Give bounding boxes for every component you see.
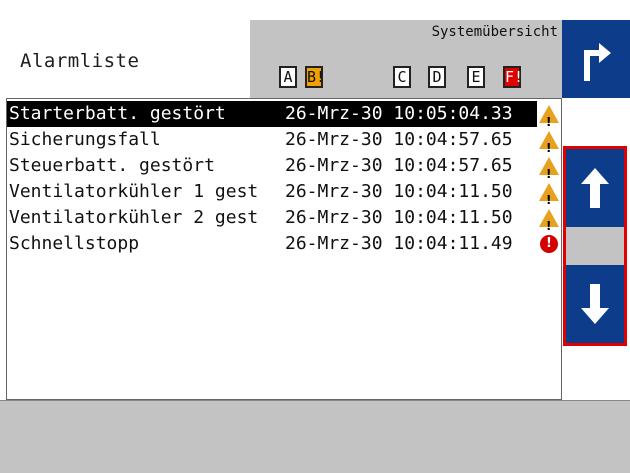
arrow-up-glyph [581, 168, 609, 208]
turn-up-right-arrow-glyph [584, 43, 611, 81]
alarm-row[interactable]: Ventilatorkühler 2 gest 26-Mrz-30 10:04:… [7, 205, 561, 239]
alarm-time: 10:04:11.49 [393, 233, 513, 254]
alarm-row[interactable]: Sicherungsfall 26-Mrz-30 10:04:57.65 [7, 127, 561, 161]
page-title: Alarmliste [0, 20, 250, 98]
arrow-up-icon[interactable] [566, 149, 624, 227]
alarm-row[interactable]: Schnellstopp 26-Mrz-30 10:04:11.49 ! [7, 231, 561, 257]
alarm-timestamp: 26-Mrz-30 10:04:11.49 [285, 231, 513, 257]
warning-icon [539, 131, 559, 161]
system-overview-panel[interactable]: Systemübersicht A B! C D E F! [250, 20, 562, 98]
alarm-timestamp: 26-Mrz-30 10:04:57.65 [285, 153, 513, 179]
alarm-row[interactable]: Starterbatt. gestört 26-Mrz-30 10:05:04.… [7, 101, 559, 135]
warning-icon [539, 105, 559, 135]
system-overview-label[interactable]: Systemübersicht [432, 24, 558, 40]
warning-icon [539, 183, 559, 213]
system-box-b[interactable]: B! [305, 66, 325, 88]
alarm-time: 10:05:04.33 [393, 103, 513, 124]
system-box-e[interactable]: E [467, 66, 485, 88]
alarm-name: Schnellstopp [9, 233, 140, 254]
system-box-c[interactable]: C [393, 66, 411, 88]
alarm-time: 10:04:57.65 [393, 129, 513, 150]
turn-up-right-arrow-icon[interactable] [562, 20, 630, 98]
system-box-f[interactable]: F! [503, 66, 523, 88]
alarm-time: 10:04:11.50 [393, 207, 513, 228]
alarm-name: Ventilatorkühler 2 gest [9, 207, 259, 228]
arrow-down-icon[interactable] [566, 265, 624, 343]
alarm-name: Sicherungsfall [9, 129, 161, 150]
alarm-timestamp: 26-Mrz-30 10:05:04.33 [285, 101, 513, 127]
alarm-name: Steuerbatt. gestört [9, 155, 215, 176]
alarm-date: 26-Mrz-30 [285, 155, 383, 176]
error-icon: ! [540, 235, 558, 253]
alarm-screen: Alarmliste Systemübersicht A B! C D E F!… [0, 0, 630, 473]
alarm-date: 26-Mrz-30 [285, 233, 383, 254]
alarm-name: Starterbatt. gestört [9, 103, 226, 124]
alarm-list[interactable]: Starterbatt. gestört 26-Mrz-30 10:05:04.… [6, 98, 562, 400]
alarm-time: 10:04:11.50 [393, 181, 513, 202]
arrow-down-glyph [581, 284, 609, 324]
alarm-timestamp: 26-Mrz-30 10:04:11.50 [285, 205, 513, 231]
alarm-row[interactable]: Steuerbatt. gestört 26-Mrz-30 10:04:57.6… [7, 153, 561, 187]
warning-icon [539, 209, 559, 239]
system-box-a[interactable]: A [279, 66, 297, 88]
alarm-time: 10:04:57.65 [393, 155, 513, 176]
alarm-date: 26-Mrz-30 [285, 129, 383, 150]
system-box-d[interactable]: D [428, 66, 446, 88]
alarm-name: Ventilatorkühler 1 gest [9, 181, 259, 202]
alarm-row[interactable]: Ventilatorkühler 1 gest 26-Mrz-30 10:04:… [7, 179, 561, 213]
alarm-timestamp: 26-Mrz-30 10:04:11.50 [285, 179, 513, 205]
page-title-text: Alarmliste [20, 50, 140, 72]
alarm-date: 26-Mrz-30 [285, 207, 383, 228]
alarm-date: 26-Mrz-30 [285, 103, 383, 124]
status-strip [0, 400, 630, 473]
warning-icon [539, 157, 559, 187]
alarm-date: 26-Mrz-30 [285, 181, 383, 202]
alarm-timestamp: 26-Mrz-30 10:04:57.65 [285, 127, 513, 153]
